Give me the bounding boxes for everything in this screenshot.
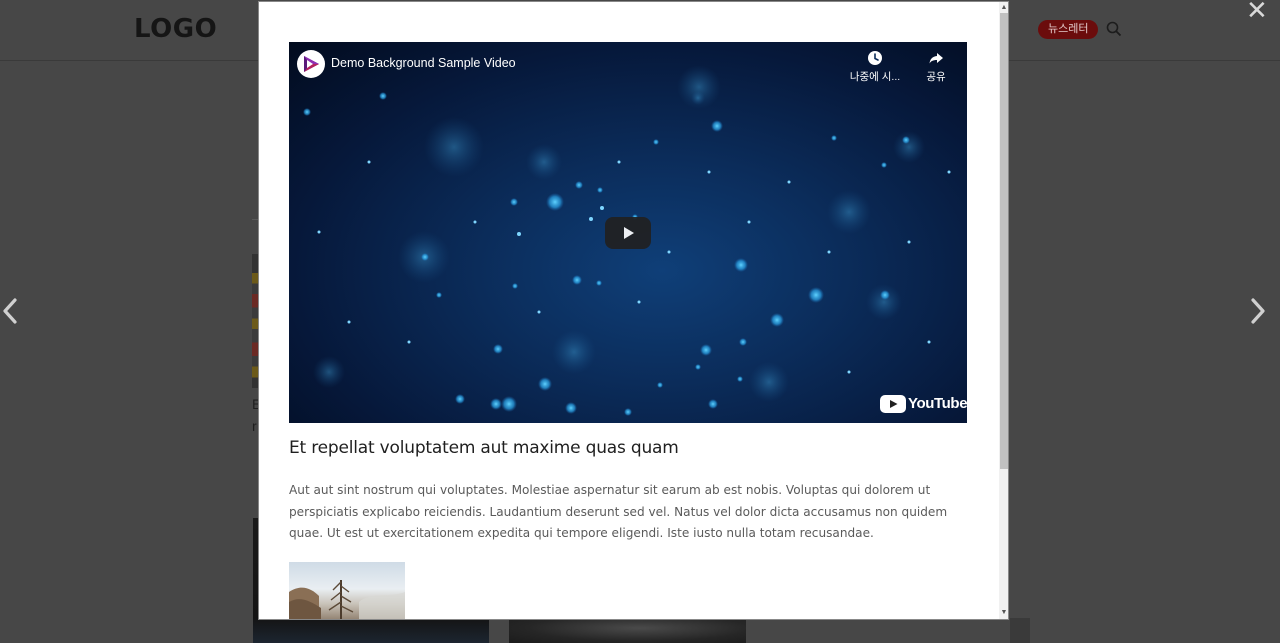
chevron-left-icon[interactable] (0, 294, 20, 328)
background-thumbnail (1010, 618, 1030, 643)
watch-later-label: 나중에 시... (849, 71, 901, 83)
youtube-logo-icon (880, 395, 906, 413)
youtube-brand-label[interactable]: YouTube (908, 394, 967, 414)
article-image-thumbnail (289, 580, 405, 619)
clock-icon (868, 51, 882, 65)
channel-logo-icon (304, 56, 319, 72)
article-body: Aut aut sint nostrum qui voluptates. Mol… (289, 483, 948, 541)
chevron-right-icon[interactable] (1248, 294, 1268, 328)
lightbox-modal: Demo Background Sample Video 나중에 시... 공유… (258, 1, 1009, 620)
close-icon[interactable]: ✕ (1246, 0, 1268, 24)
watch-later-button[interactable]: 나중에 시... (845, 50, 905, 84)
site-logo[interactable]: LOGO (134, 14, 217, 44)
search-icon[interactable] (1106, 21, 1122, 37)
article-title: Et repellat voluptatem aut maxime quas q… (289, 438, 679, 458)
share-button[interactable]: 공유 (919, 50, 953, 84)
video-title[interactable]: Demo Background Sample Video (331, 56, 516, 70)
youtube-video-embed[interactable]: Demo Background Sample Video 나중에 시... 공유… (289, 42, 967, 423)
play-icon (624, 227, 634, 239)
article-image (289, 562, 405, 619)
share-label: 공유 (926, 71, 946, 83)
newsletter-button[interactable]: 뉴스레터 (1038, 20, 1099, 39)
modal-scrollbar[interactable]: ▲ ▼ (999, 2, 1008, 619)
share-icon (929, 53, 943, 64)
play-button[interactable] (605, 217, 651, 249)
scrollbar-thumb[interactable] (1000, 13, 1008, 469)
scroll-up-arrow-icon[interactable]: ▲ (999, 3, 1008, 13)
background-card-text: r (252, 418, 257, 434)
scroll-down-arrow-icon[interactable]: ▼ (999, 608, 1008, 618)
channel-avatar[interactable] (297, 50, 325, 78)
background-thumbnail (509, 618, 746, 643)
